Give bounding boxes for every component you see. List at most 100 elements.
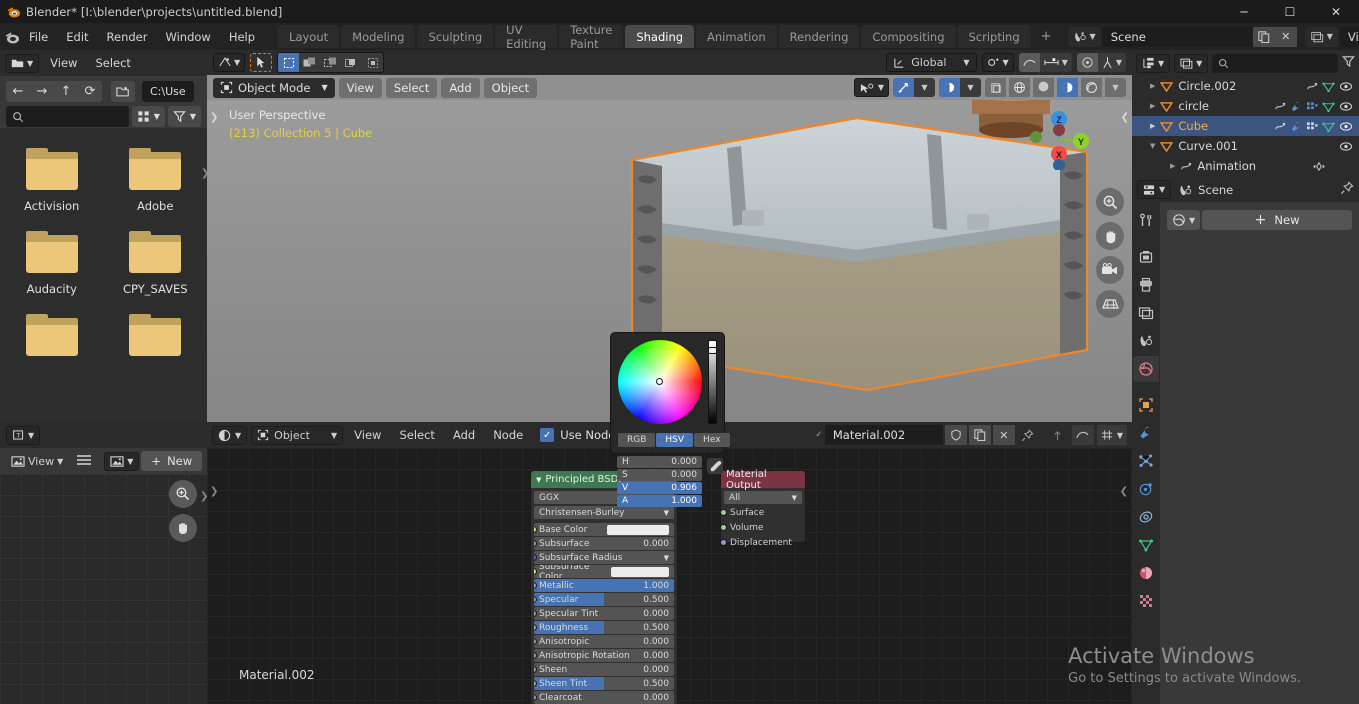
socket-subsurface-radius[interactable] (534, 554, 537, 561)
new-world-button[interactable]: + New (1202, 210, 1352, 230)
output-input-displacement[interactable]: Displacement (720, 536, 802, 549)
shader-sidebar-toggle[interactable]: ❮ (1120, 486, 1128, 497)
hsv-field-h[interactable]: H 0.000 (617, 456, 702, 468)
folder-item[interactable]: Activision (0, 140, 104, 223)
maximize-button[interactable]: ☐ (1267, 0, 1313, 23)
viewport-menu-object[interactable]: Object (483, 77, 538, 98)
bsdf-prop-sheen-tint[interactable]: Sheen Tint 0.500 (534, 677, 674, 690)
socket-anisotropic[interactable] (534, 638, 537, 645)
bsdf-prop-anisotropic[interactable]: Anisotropic 0.000 (534, 635, 674, 648)
properties-tab-object-data[interactable] (1133, 532, 1159, 558)
color-wheel-cursor[interactable] (656, 378, 663, 385)
pivot-point-button[interactable]: ▼ (981, 53, 1014, 72)
display-mode-button[interactable]: ▼ (131, 106, 165, 127)
bsdf-prop-base-color[interactable]: Base Color (534, 523, 674, 536)
socket-specular-tint[interactable] (534, 610, 537, 617)
show-gizmo-icon[interactable]: ▼ (853, 78, 889, 97)
material-preview-shading-icon[interactable] (1057, 78, 1078, 97)
minimize-button[interactable]: ─ (1221, 0, 1267, 23)
editor-type-button[interactable]: ▼ (213, 53, 246, 72)
socket-displacement[interactable] (720, 539, 727, 546)
grid-ortho-icon[interactable] (1096, 290, 1124, 318)
editor-type-button[interactable]: ▼ (212, 425, 248, 445)
cursor-select-tool[interactable] (250, 53, 273, 72)
shader-toolbar-toggle[interactable]: ❯ (210, 486, 218, 497)
properties-tab-render[interactable] (1133, 244, 1159, 270)
material-name-field[interactable]: Material.002 (824, 425, 943, 445)
viewport-menu-view[interactable]: View (338, 77, 382, 98)
scene-browse-button[interactable]: ▼ (1067, 26, 1101, 47)
bsdf-prop-subsurface-color[interactable]: Subsurface Color (534, 565, 674, 578)
snap-node-icon[interactable]: ▼ (1096, 425, 1127, 445)
color-picker-popup[interactable]: RGB HSV Hex (610, 332, 730, 454)
add-workspace-button[interactable]: + (1033, 26, 1060, 47)
pan-hand-icon[interactable] (169, 514, 197, 542)
tab-layout[interactable]: Layout (278, 25, 340, 48)
world-browse-button[interactable]: ▼ (1167, 210, 1201, 230)
folder-item[interactable] (104, 306, 208, 375)
eyedropper-icon[interactable] (707, 458, 723, 474)
bsdf-prop-specular[interactable]: Specular 0.500 (534, 593, 674, 606)
output-input-surface[interactable]: Surface (720, 506, 802, 519)
proportional-edit-icon[interactable] (1018, 53, 1040, 72)
proportional-edit-icon[interactable] (1071, 425, 1094, 445)
transform-orientation-button[interactable]: Global ▼ (886, 53, 977, 72)
viewport-sidebar-toggle-right[interactable]: ❮ (1121, 112, 1129, 123)
solid-shading-icon[interactable] (1033, 78, 1054, 97)
properties-tab-physics[interactable] (1133, 476, 1159, 502)
menu-help[interactable]: Help (220, 27, 264, 47)
image-view-menu[interactable]: View ▼ (6, 452, 68, 471)
hsv-field-v[interactable]: V 0.906 (617, 482, 702, 494)
select-intersect-tool[interactable] (341, 53, 363, 72)
scene-name-field[interactable]: Scene (1102, 26, 1253, 47)
socket-clearcoat[interactable] (534, 694, 537, 701)
shading-dropdown-icon[interactable]: ▼ (1105, 78, 1126, 97)
new-image-button[interactable]: + New (141, 451, 203, 471)
pin-icon[interactable] (1340, 181, 1354, 198)
select-difference-tool[interactable] (362, 53, 384, 72)
camera-icon[interactable] (1096, 256, 1124, 284)
value-slider[interactable] (708, 340, 717, 424)
output-target-select[interactable]: All ▼ (724, 491, 802, 504)
node-material-output[interactable]: Material Output All ▼ Surface Volume Dis… (720, 469, 806, 548)
show-overlays-icon[interactable] (893, 78, 914, 97)
unlink-material-icon[interactable]: ✕ (992, 425, 1015, 445)
select-box-tool[interactable] (278, 53, 300, 72)
nav-refresh-button[interactable]: ⟳ (78, 81, 102, 102)
select-subtract-tool[interactable] (320, 53, 342, 72)
properties-tab-view-layer[interactable] (1133, 300, 1159, 326)
new-folder-icon[interactable] (111, 81, 135, 102)
socket-subsurface[interactable] (534, 540, 537, 547)
properties-tab-constraint[interactable] (1133, 504, 1159, 530)
render-preview-icon[interactable] (985, 78, 1006, 97)
outliner-item[interactable]: ▶ circle (1132, 96, 1359, 116)
tab-animation[interactable]: Animation (696, 25, 777, 48)
socket-volume[interactable] (720, 524, 727, 531)
file-browser-filelist[interactable]: Activision Adobe Audacity CPY_SAVES (0, 128, 207, 422)
file-menu-view[interactable]: View (43, 54, 84, 72)
shader-type-button[interactable]: Object ▼ (251, 425, 344, 445)
tab-sculpting[interactable]: Sculpting (417, 25, 494, 48)
viewport-sidebar-toggle-left[interactable]: ❯ (210, 112, 218, 123)
bsdf-prop-anisotropic-rotation[interactable]: Anisotropic Rotation 0.000 (534, 649, 674, 662)
properties-tab-output[interactable] (1133, 272, 1159, 298)
snap-magnet-icon[interactable]: ▼ (1039, 53, 1072, 72)
rendered-shading-icon[interactable] (1081, 78, 1102, 97)
bsdf-prop-subsurface[interactable]: Subsurface 0.000 (534, 537, 674, 550)
properties-tab-texture[interactable] (1133, 588, 1159, 614)
menu-edit[interactable]: Edit (57, 27, 97, 47)
node-header-material-output[interactable]: Material Output (721, 469, 805, 491)
viewport-menu-select[interactable]: Select (385, 77, 438, 98)
properties-tab-scene[interactable] (1133, 328, 1159, 354)
filter-icon[interactable]: ▼ (167, 106, 201, 127)
socket-anisotropic-rotation[interactable] (534, 652, 537, 659)
properties-tab-object[interactable] (1133, 392, 1159, 418)
bsdf-prop-metallic[interactable]: Metallic 1.000 (534, 579, 674, 592)
scene-remove-button[interactable]: ✕ (1274, 26, 1297, 47)
tab-texture-paint[interactable]: Texture Paint (559, 23, 624, 51)
wireframe-shading-icon[interactable] (1009, 78, 1030, 97)
navigation-gizmo[interactable]: Z Y X (1028, 108, 1090, 171)
file-path-field[interactable]: C:\Use (142, 81, 194, 102)
pin-icon[interactable] (1017, 428, 1039, 442)
editor-type-button[interactable]: ▼ (1136, 53, 1171, 73)
